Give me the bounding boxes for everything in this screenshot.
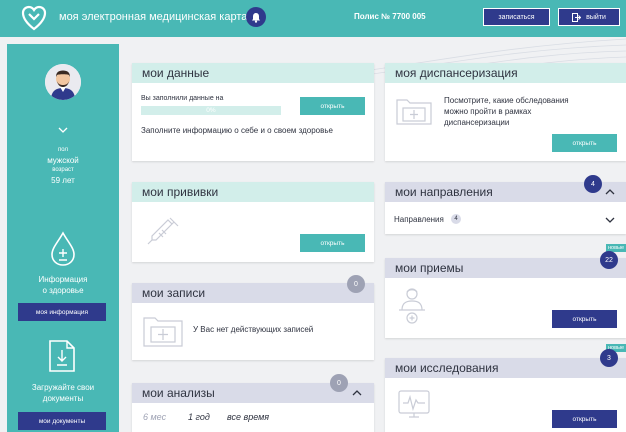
- visits-header: мои приемы: [385, 258, 626, 278]
- progress-text: 0%: [206, 107, 216, 114]
- visits-badge: 22: [600, 251, 618, 269]
- period-all-time[interactable]: все время: [227, 412, 269, 422]
- health-info-line1: Информация: [38, 275, 88, 284]
- chevron-up-icon[interactable]: [604, 188, 616, 196]
- sex-label: пол: [58, 147, 68, 153]
- my-documents-button[interactable]: мои документы: [18, 412, 106, 430]
- blood-drop-icon: [51, 231, 75, 266]
- sex-value: мужской: [47, 156, 79, 165]
- period-6-months[interactable]: 6 мес: [143, 412, 166, 422]
- upload-line1: Загружайте свои: [31, 383, 95, 392]
- referrals-row-count: 4: [451, 214, 461, 224]
- vaccines-card: мои прививки открыть: [132, 182, 374, 262]
- chevron-down-icon[interactable]: [57, 126, 69, 134]
- vaccines-header: мои прививки: [132, 182, 374, 202]
- upload-line2: документы: [42, 394, 84, 403]
- age-label: возраст: [52, 167, 74, 173]
- referrals-title: мои направления: [395, 185, 493, 199]
- research-badge: 3: [600, 349, 618, 367]
- appointments-empty-text: У Вас нет действующих записей: [193, 325, 314, 334]
- referrals-row-label[interactable]: Направления: [394, 215, 444, 224]
- period-1-year[interactable]: 1 год: [188, 412, 210, 422]
- dispanser-open-button[interactable]: открыть: [552, 134, 617, 152]
- age-value: 59 лет: [51, 176, 75, 185]
- my-data-title: мои данные: [142, 66, 210, 80]
- health-info-line2: о здоровье: [42, 286, 84, 295]
- chevron-down-icon[interactable]: [604, 216, 616, 224]
- progress-bar: 0%: [141, 106, 281, 115]
- polis-number: Полис № 7700 005: [354, 12, 426, 21]
- dispanser-title: моя диспансеризация: [395, 66, 518, 80]
- doctor-icon: [399, 288, 425, 324]
- exit-label: выйти: [586, 13, 606, 21]
- research-open-button[interactable]: открыть: [552, 410, 617, 428]
- dispanser-text-line1: Посмотрите, какие обследования: [444, 96, 569, 105]
- appointments-header: мои записи: [132, 283, 374, 303]
- profile-sidebar: пол мужской возраст 59 лет Информация о …: [7, 44, 119, 432]
- app-title: моя электронная медицинская карта: [59, 11, 248, 23]
- visits-title: мои приемы: [395, 261, 464, 275]
- appointments-title: мои записи: [142, 286, 206, 300]
- medical-folder-icon: [396, 99, 432, 125]
- appointments-badge: 0: [347, 275, 365, 293]
- filled-label: Вы заполнили данные на: [141, 95, 224, 102]
- my-data-card: мои данные Вы заполнили данные на 0% отк…: [132, 63, 374, 161]
- visits-card: мои приемы открыть: [385, 258, 626, 338]
- research-card: мои исследования открыть: [385, 358, 626, 432]
- vaccines-open-button[interactable]: открыть: [300, 234, 365, 252]
- my-data-open-button[interactable]: открыть: [300, 97, 365, 115]
- my-data-header: мои данные: [132, 63, 374, 83]
- research-title: мои исследования: [395, 361, 499, 375]
- dispanser-header: моя диспансеризация: [385, 63, 626, 83]
- heart-logo-icon[interactable]: [21, 5, 47, 31]
- my-data-prompt: Заполните информацию о себе и о своем зд…: [141, 126, 333, 135]
- analyses-badge: 0: [330, 374, 348, 392]
- vaccines-title: мои прививки: [142, 185, 219, 199]
- signup-button[interactable]: записаться: [483, 8, 550, 26]
- dispanser-text-line3: диспансеризации: [444, 118, 510, 127]
- syringe-icon: [147, 217, 179, 245]
- visits-open-button[interactable]: открыть: [552, 310, 617, 328]
- chevron-up-icon[interactable]: [351, 389, 363, 397]
- referrals-badge: 4: [584, 175, 602, 193]
- monitor-icon: [398, 390, 430, 418]
- avatar[interactable]: [45, 64, 81, 100]
- top-bar: моя электронная медицинская карта Полис …: [0, 0, 626, 37]
- medical-folder-icon: [143, 317, 183, 347]
- exit-icon: [572, 12, 582, 22]
- document-download-icon: [49, 340, 75, 372]
- exit-button[interactable]: выйти: [558, 8, 620, 26]
- appointments-card: мои записи У Вас нет действующих записей: [132, 283, 374, 360]
- dispanser-card: моя диспансеризация Посмотрите, какие об…: [385, 63, 626, 161]
- my-info-button[interactable]: моя информация: [18, 303, 106, 321]
- bell-icon[interactable]: [246, 7, 266, 27]
- research-header: мои исследования: [385, 358, 626, 378]
- analyses-title: мои анализы: [142, 386, 215, 400]
- dispanser-text-line2: можно пройти в рамках: [444, 107, 532, 116]
